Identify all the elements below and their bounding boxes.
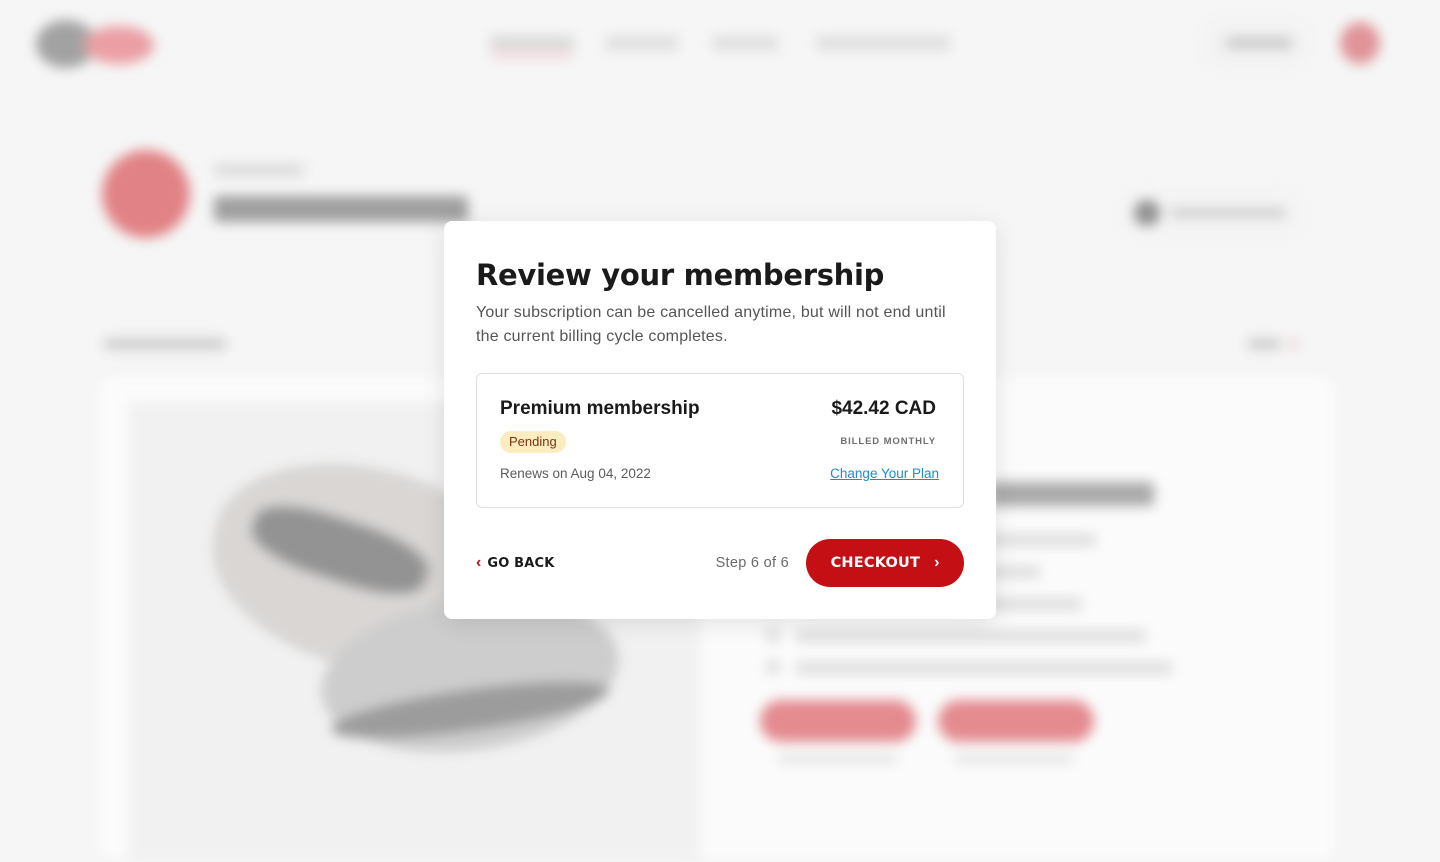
checkout-label: CHECKOUT xyxy=(831,555,921,571)
plan-price: $42.42 CAD xyxy=(831,398,936,420)
change-plan-link[interactable]: Change Your Plan xyxy=(830,466,939,481)
chevron-right-icon: › xyxy=(934,554,939,572)
modal-description: Your subscription can be cancelled anyti… xyxy=(476,301,956,349)
plan-name: Premium membership xyxy=(500,398,700,420)
billing-period: BILLED MONTHLY xyxy=(840,436,936,447)
chevron-left-icon: ‹ xyxy=(476,554,481,572)
plan-summary-card: Premium membership $42.42 CAD Pending BI… xyxy=(476,373,964,508)
go-back-button[interactable]: ‹ GO BACK xyxy=(476,554,555,572)
step-indicator: Step 6 of 6 xyxy=(716,555,789,571)
status-badge: Pending xyxy=(500,431,566,453)
go-back-label: GO BACK xyxy=(487,556,554,571)
renewal-date: Renews on Aug 04, 2022 xyxy=(500,466,651,481)
modal-title: Review your membership xyxy=(476,255,964,295)
review-membership-modal: Review your membership Your subscription… xyxy=(444,221,996,619)
modal-footer: ‹ GO BACK Step 6 of 6 CHECKOUT › xyxy=(476,539,964,587)
checkout-button[interactable]: CHECKOUT › xyxy=(806,539,964,587)
